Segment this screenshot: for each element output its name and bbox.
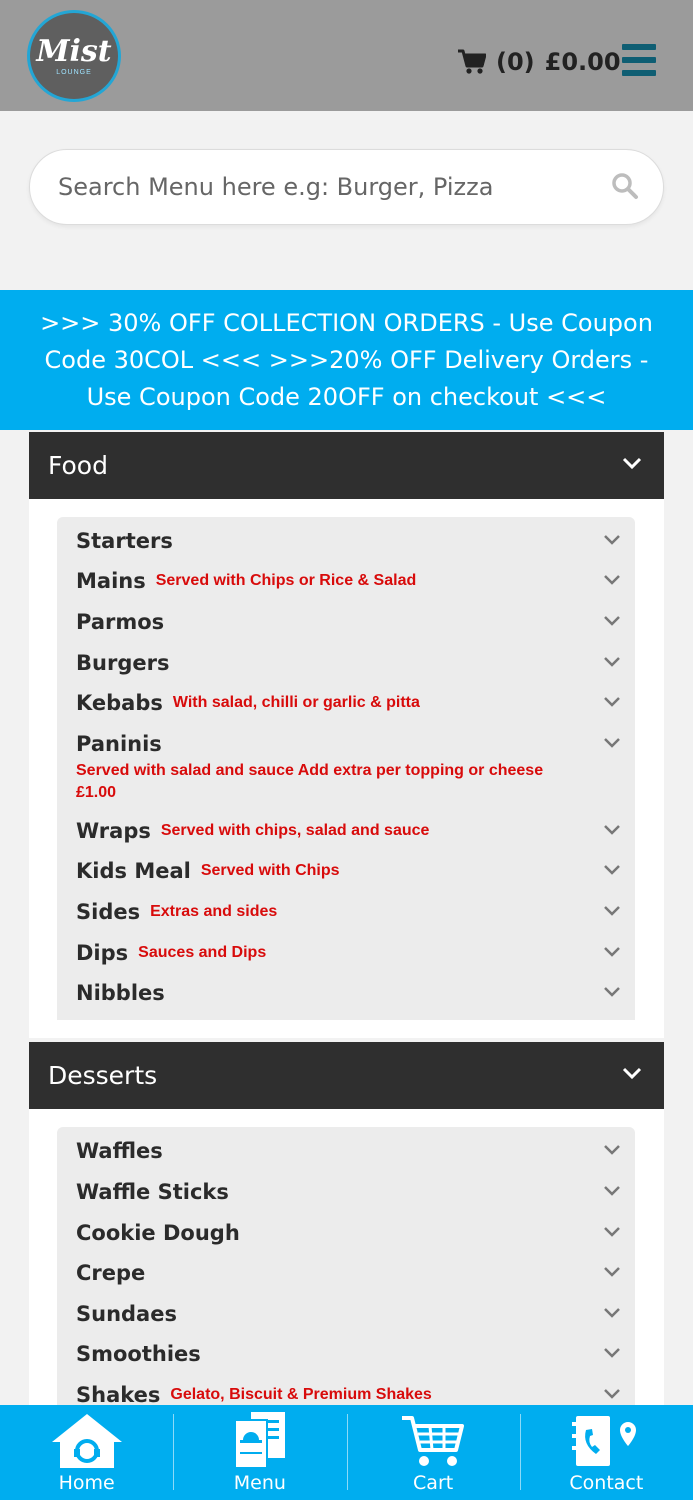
chevron-down-icon xyxy=(604,535,620,545)
chevron-down-icon xyxy=(604,906,620,916)
category-desserts: Desserts Waffles Waffle Sticks Cookie Do… xyxy=(29,1042,664,1405)
subcategory-name: Kebabs xyxy=(76,691,163,715)
subcategory-paninis[interactable]: Paninis Served with salad and sauce Add … xyxy=(76,732,621,804)
cart-count: (0) xyxy=(496,48,535,76)
subcategory-crepe[interactable]: Crepe xyxy=(76,1261,621,1285)
subcategory-name: Kids Meal xyxy=(76,859,191,883)
subcategory-name: Burgers xyxy=(76,651,170,675)
cart-summary[interactable]: (0) £0.00 xyxy=(458,44,621,80)
subcategory-starters[interactable]: Starters xyxy=(76,529,621,553)
subcategory-name: Parmos xyxy=(76,610,165,634)
subcategory-description: Served with chips, salad and sauce xyxy=(160,822,430,839)
nav-home[interactable]: Home xyxy=(0,1405,173,1500)
subcategory-waffles[interactable]: Waffles xyxy=(76,1139,621,1163)
category-title: Food xyxy=(48,451,108,480)
menu-book-icon xyxy=(233,1412,285,1469)
subcategory-name: Cookie Dough xyxy=(76,1221,240,1245)
subcategory-description: Served with Chips xyxy=(200,862,340,879)
subcategory-name: Sundaes xyxy=(76,1302,177,1326)
subcategory-parmos[interactable]: Parmos xyxy=(76,610,621,634)
chevron-down-icon xyxy=(604,697,620,707)
search-input[interactable] xyxy=(58,150,598,224)
subcategory-name: Waffle Sticks xyxy=(76,1180,229,1204)
category-header-desserts[interactable]: Desserts xyxy=(29,1042,664,1109)
chevron-down-icon xyxy=(604,657,620,667)
nav-label: Home xyxy=(58,1472,115,1494)
logo-subtext: LOUNGE xyxy=(56,68,92,76)
subcategory-sundaes[interactable]: Sundaes xyxy=(76,1302,621,1326)
subcategory-mains[interactable]: Mains Served with Chips or Rice & Salad xyxy=(76,569,621,593)
subcategory-burgers[interactable]: Burgers xyxy=(76,651,621,675)
chevron-down-icon xyxy=(622,457,642,470)
nav-label: Cart xyxy=(413,1472,454,1494)
subcategory-dips[interactable]: Dips Sauces and Dips xyxy=(76,941,621,965)
subcategory-shakes[interactable]: Shakes Gelato, Biscuit & Premium Shakes xyxy=(76,1383,621,1405)
subcategory-description: Extras and sides xyxy=(150,903,278,920)
category-title: Desserts xyxy=(48,1061,158,1090)
subcategory-nibbles[interactable]: Nibbles xyxy=(76,981,621,1005)
subcategory-name: Mains xyxy=(76,569,146,593)
subcategory-name: Waffles xyxy=(76,1139,163,1163)
logo-text: Mist xyxy=(36,33,112,69)
subcategory-wraps[interactable]: Wraps Served with chips, salad and sauce xyxy=(76,819,621,843)
subcategory-list: Waffles Waffle Sticks Cookie Dough Crepe… xyxy=(57,1127,635,1405)
chevron-down-icon xyxy=(604,1389,620,1399)
subcategory-name: Crepe xyxy=(76,1261,146,1285)
search-bar xyxy=(29,149,664,225)
subcategory-sides[interactable]: Sides Extras and sides xyxy=(76,900,621,924)
hamburger-menu-icon[interactable] xyxy=(622,44,656,76)
chevron-down-icon xyxy=(622,1067,642,1080)
subcategory-name: Paninis xyxy=(76,732,162,756)
subcategory-description: Served with Chips or Rice & Salad xyxy=(155,572,417,589)
nav-label: Contact xyxy=(569,1472,644,1494)
subcategory-name: Wraps xyxy=(76,819,151,843)
nav-label: Menu xyxy=(233,1472,286,1494)
promo-banner: >>> 30% OFF COLLECTION ORDERS - Use Coup… xyxy=(0,290,693,430)
logo[interactable]: Mist LOUNGE xyxy=(27,10,121,102)
chevron-down-icon xyxy=(604,1348,620,1358)
nav-cart[interactable]: Cart xyxy=(346,1405,520,1500)
search-icon[interactable] xyxy=(611,172,639,200)
cart-icon xyxy=(402,1416,465,1466)
subcategory-description: Gelato, Biscuit & Premium Shakes xyxy=(170,1386,432,1403)
subcategory-kebabs[interactable]: Kebabs With salad, chilli or garlic & pit… xyxy=(76,691,621,715)
chevron-down-icon xyxy=(604,1308,620,1318)
chevron-down-icon xyxy=(604,987,620,997)
subcategory-smoothies[interactable]: Smoothies xyxy=(76,1342,621,1366)
site-header: Mist LOUNGE (0) £0.00 xyxy=(0,0,693,111)
promo-text: >>> 30% OFF COLLECTION ORDERS - Use Coup… xyxy=(40,308,653,411)
chevron-down-icon xyxy=(604,575,620,585)
subcategory-kids-meal[interactable]: Kids Meal Served with Chips xyxy=(76,859,621,883)
subcategory-list: Starters Mains Served with Chips or Rice … xyxy=(57,517,635,1020)
chevron-down-icon xyxy=(604,1227,620,1237)
chevron-down-icon xyxy=(604,616,620,626)
category-header-food[interactable]: Food xyxy=(29,432,664,499)
nav-contact[interactable]: Contact xyxy=(519,1405,693,1500)
subcategory-name: Dips xyxy=(76,941,129,965)
subcategory-name: Sides xyxy=(76,900,141,924)
subcategory-name: Starters xyxy=(76,529,173,553)
home-icon xyxy=(51,1414,122,1468)
category-food: Food Starters Mains Served with Chips or … xyxy=(29,432,664,1038)
subcategory-name: Smoothies xyxy=(76,1342,201,1366)
subcategory-description: With salad, chilli or garlic & pitta xyxy=(172,694,420,711)
nav-menu[interactable]: Menu xyxy=(173,1405,346,1500)
subcategory-cookie-dough[interactable]: Cookie Dough xyxy=(76,1221,621,1245)
chevron-down-icon xyxy=(604,865,620,875)
contact-icon xyxy=(572,1416,637,1466)
chevron-down-icon xyxy=(604,825,620,835)
shopping-cart-icon xyxy=(458,49,486,74)
subcategory-description: Served with salad and sauce Add extra pe… xyxy=(76,762,544,801)
bottom-nav: Home Menu Cart Contact xyxy=(0,1405,693,1500)
chevron-down-icon xyxy=(604,1186,620,1196)
subcategory-waffle-sticks[interactable]: Waffle Sticks xyxy=(76,1180,621,1204)
chevron-down-icon xyxy=(604,1145,620,1155)
subcategory-name: Shakes xyxy=(76,1383,161,1405)
chevron-down-icon xyxy=(604,947,620,957)
cart-total: £0.00 xyxy=(544,48,621,76)
chevron-down-icon xyxy=(604,738,620,748)
chevron-down-icon xyxy=(604,1267,620,1277)
subcategory-name: Nibbles xyxy=(76,981,165,1005)
subcategory-description: Sauces and Dips xyxy=(138,944,267,961)
